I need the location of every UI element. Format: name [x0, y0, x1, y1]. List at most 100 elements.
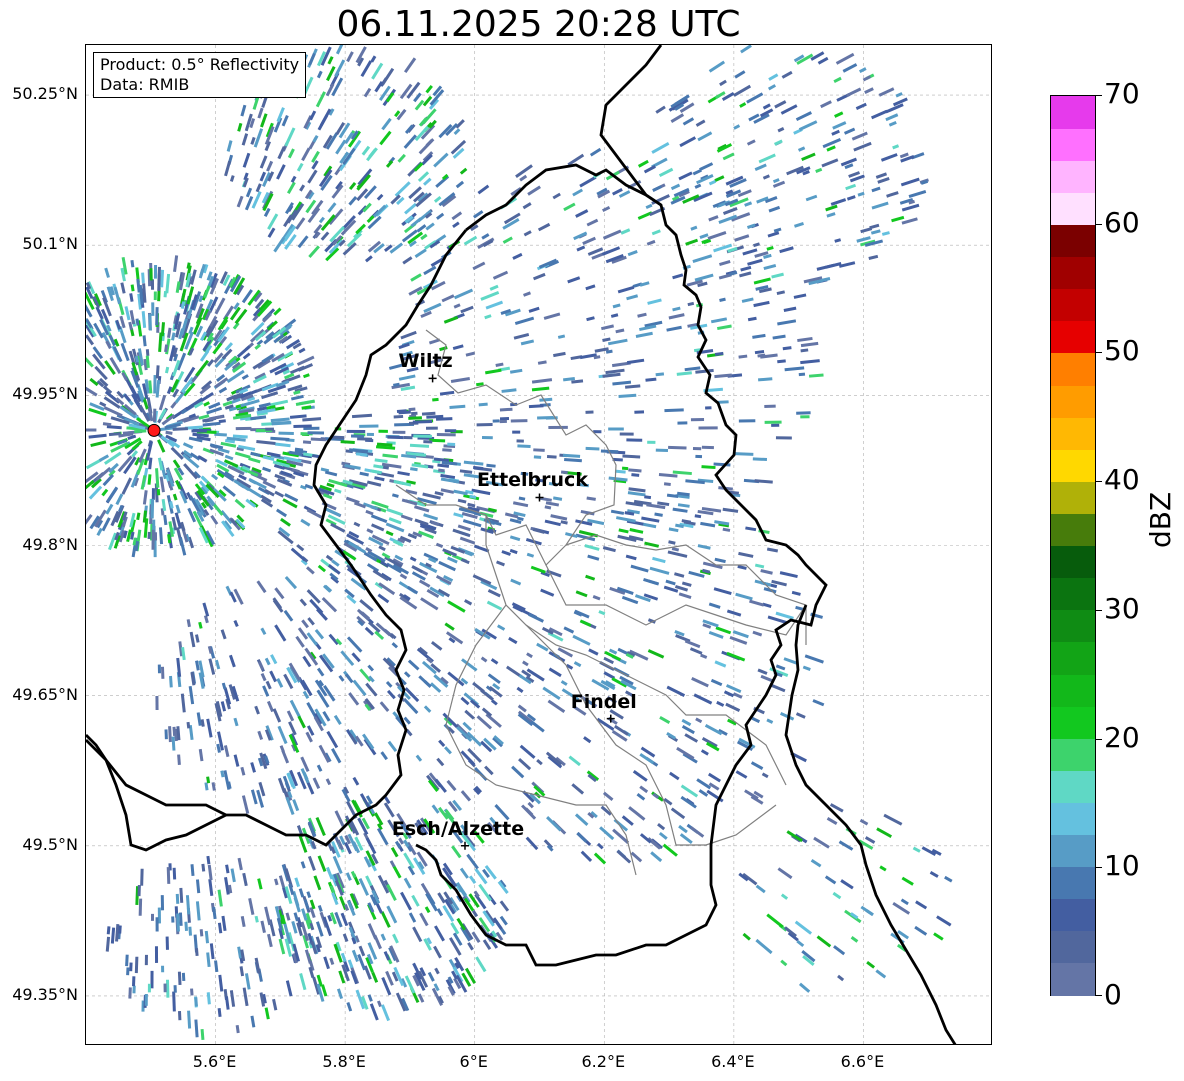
- colorbar-unit-label: dBZ: [1144, 491, 1177, 548]
- radar-echo: [407, 659, 420, 671]
- radar-echo: [352, 776, 360, 786]
- radar-echo: [525, 836, 539, 851]
- radar-echo: [290, 394, 304, 401]
- radar-echo: [602, 546, 616, 553]
- radar-echo: [157, 664, 161, 674]
- radar-echo: [373, 204, 387, 218]
- lat-tick-label: 50.1°N: [22, 234, 78, 254]
- radar-echo: [871, 201, 889, 210]
- radar-echo: [423, 513, 439, 521]
- radar-echo: [302, 440, 312, 444]
- radar-echo: [190, 988, 194, 996]
- radar-echo: [777, 867, 793, 880]
- radar-echo: [527, 185, 541, 196]
- radar-echo: [308, 52, 316, 66]
- radar-site-marker[interactable]: [147, 423, 161, 437]
- radar-echo: [695, 454, 703, 459]
- radar-echo: [567, 276, 581, 284]
- radar-echo: [147, 983, 151, 993]
- radar-echo: [862, 75, 872, 82]
- radar-echo: [438, 739, 446, 747]
- radar-echo: [382, 453, 399, 459]
- radar-echo: [487, 589, 501, 598]
- radar-echo: [272, 998, 278, 1011]
- radar-echo: [290, 547, 307, 562]
- radar-echo: [287, 181, 296, 194]
- radar-echo: [548, 425, 568, 429]
- radar-echo: [225, 864, 230, 874]
- radar-echo: [208, 879, 214, 896]
- radar-echo: [145, 349, 150, 357]
- radar-echo: [691, 677, 709, 688]
- radar-echo: [457, 498, 467, 504]
- radar-echo: [86, 428, 97, 432]
- radar-echo: [217, 1007, 222, 1018]
- radar-echo: [632, 769, 648, 782]
- radar-echo: [342, 933, 349, 943]
- radar-echo: [480, 656, 488, 663]
- radar-echo: [715, 626, 732, 635]
- radar-echo: [140, 868, 144, 886]
- radar-echo: [510, 419, 528, 423]
- colorbar-segment: [1051, 449, 1095, 482]
- radar-echo: [813, 836, 830, 849]
- radar-echo: [796, 939, 805, 948]
- radar-echo: [173, 255, 179, 272]
- radar-echo: [277, 146, 286, 160]
- radar-echo: [775, 611, 794, 620]
- radar-echo: [725, 702, 741, 713]
- radar-echo: [359, 599, 374, 612]
- radar-echo: [348, 692, 360, 706]
- radar-echo: [668, 540, 676, 545]
- radar-echo: [360, 60, 373, 77]
- radar-echo: [269, 399, 289, 407]
- radar-echo: [568, 755, 581, 767]
- radar-echo: [687, 301, 695, 307]
- radar-map[interactable]: [85, 44, 992, 1045]
- radar-echo: [745, 526, 757, 532]
- radar-echo: [637, 159, 649, 168]
- lat-tick-label: 49.5°N: [22, 834, 78, 854]
- radar-echo: [400, 891, 412, 911]
- radar-echo: [369, 1003, 379, 1021]
- radar-echo: [737, 564, 747, 570]
- radar-echo: [397, 153, 406, 163]
- radar-echo: [224, 996, 230, 1010]
- radar-echo: [316, 667, 325, 677]
- radar-echo: [194, 948, 199, 957]
- radar-echo: [327, 564, 341, 575]
- radar-echo: [364, 626, 375, 636]
- radar-echo: [842, 63, 858, 73]
- radar-echo: [165, 936, 169, 950]
- radar-echo: [435, 542, 444, 549]
- radar-echo: [617, 285, 635, 294]
- france-border: [86, 734, 227, 852]
- radar-echo: [256, 580, 267, 594]
- radar-echo: [250, 1015, 256, 1028]
- radar-echo: [147, 474, 152, 485]
- radar-echo: [463, 460, 484, 466]
- radar-echo: [436, 757, 445, 767]
- radar-echo: [929, 870, 939, 878]
- radar-echo: [716, 324, 732, 331]
- radar-echo: [403, 671, 411, 678]
- radar-echo: [410, 467, 418, 472]
- radar-echo: [401, 498, 418, 506]
- radar-echo: [372, 569, 390, 582]
- radar-echo: [797, 146, 806, 152]
- colorbar-tick-label: 60: [1104, 205, 1140, 239]
- radar-echo: [242, 987, 249, 1007]
- radar-echo: [499, 900, 510, 912]
- radar-echo: [726, 651, 746, 662]
- radar-echo: [257, 878, 263, 890]
- radar-echo: [445, 631, 464, 645]
- radar-echo: [832, 891, 842, 900]
- radar-echo: [614, 469, 626, 474]
- radar-echo: [618, 528, 629, 534]
- radar-echo: [163, 983, 167, 993]
- radar-echo: [795, 712, 806, 719]
- radar-echo: [195, 879, 201, 894]
- radar-echo: [496, 560, 505, 567]
- radar-echo: [501, 388, 517, 393]
- radar-echo: [575, 209, 589, 218]
